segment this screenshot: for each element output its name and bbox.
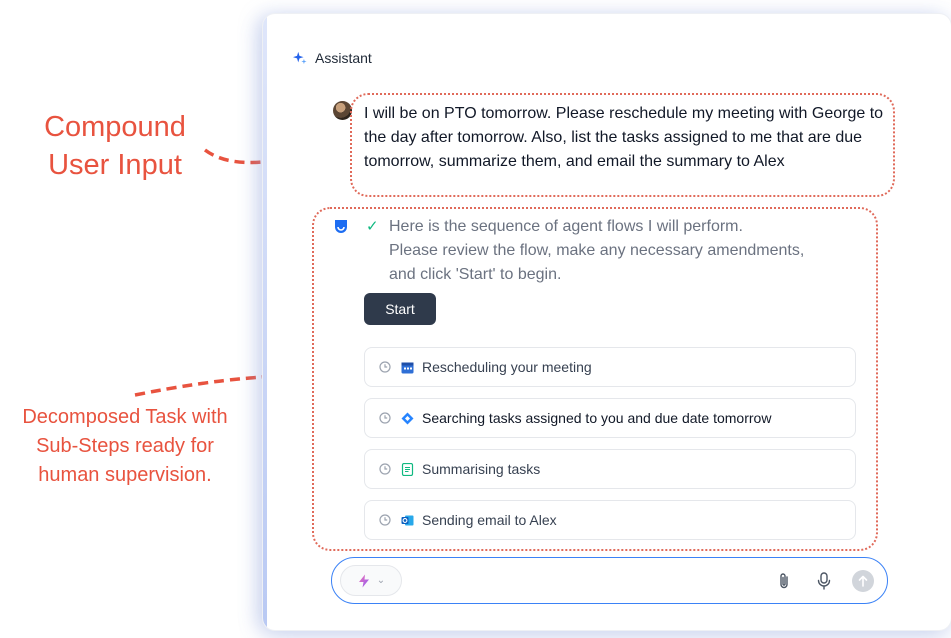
chat-input-bar: ⌄ — [331, 557, 888, 604]
outlook-icon — [401, 515, 414, 525]
step-label: Searching tasks assigned to you and due … — [422, 410, 772, 426]
arrow-up-icon — [858, 575, 868, 587]
step-item[interactable]: Searching tasks assigned to you and due … — [364, 398, 856, 438]
step-list: Rescheduling your meeting Searching task… — [364, 347, 856, 551]
annotation-decomposed-task: Decomposed Task with Sub-Steps ready for… — [0, 403, 250, 490]
paperclip-icon — [780, 573, 788, 589]
clock-icon — [379, 514, 391, 526]
jira-icon — [401, 412, 414, 424]
assistant-message-line: and click 'Start' to begin. — [389, 266, 562, 283]
step-label: Rescheduling your meeting — [422, 359, 592, 375]
annotation-line: Compound — [44, 111, 186, 143]
document-icon — [401, 462, 414, 476]
calendar-icon — [401, 362, 414, 373]
step-label: Sending email to Alex — [422, 512, 557, 528]
assistant-avatar-icon — [335, 220, 347, 233]
panel-header: Assistant — [293, 50, 372, 66]
user-message-text: I will be on PTO tomorrow. Please resche… — [364, 105, 884, 170]
mode-selector[interactable]: ⌄ — [340, 565, 402, 596]
clock-icon — [379, 412, 391, 424]
attach-button[interactable] — [774, 571, 794, 591]
microphone-icon — [817, 572, 831, 590]
assistant-message: Here is the sequence of agent flows I wi… — [389, 215, 859, 287]
annotation-line: human supervision. — [38, 464, 212, 486]
assistant-message-line: Please review the flow, make any necessa… — [389, 242, 805, 259]
check-icon: ✓ — [366, 218, 379, 235]
clock-icon — [379, 463, 391, 475]
microphone-button[interactable] — [814, 571, 834, 591]
send-button[interactable] — [852, 570, 874, 592]
start-button[interactable]: Start — [364, 293, 436, 325]
step-item[interactable]: Summarising tasks — [364, 449, 856, 489]
annotation-compound-user-input: Compound User Input — [20, 108, 210, 184]
step-item[interactable]: Rescheduling your meeting — [364, 347, 856, 387]
panel-title: Assistant — [315, 50, 372, 66]
annotation-line: User Input — [48, 149, 182, 181]
chevron-down-icon: ⌄ — [376, 575, 386, 586]
panel-edge — [263, 14, 267, 630]
step-item[interactable]: Sending email to Alex — [364, 500, 856, 540]
assistant-message-line: Here is the sequence of agent flows I wi… — [389, 218, 743, 235]
sparkle-icon — [293, 51, 307, 65]
annotation-line: Decomposed Task with — [22, 406, 228, 428]
assistant-panel: Assistant I will be on PTO tomorrow. Ple… — [263, 14, 951, 630]
lightning-icon — [358, 574, 369, 587]
annotation-line: Sub-Steps ready for — [36, 435, 214, 457]
chat-input[interactable] — [412, 568, 762, 594]
clock-icon — [379, 361, 391, 373]
step-label: Summarising tasks — [422, 461, 541, 477]
